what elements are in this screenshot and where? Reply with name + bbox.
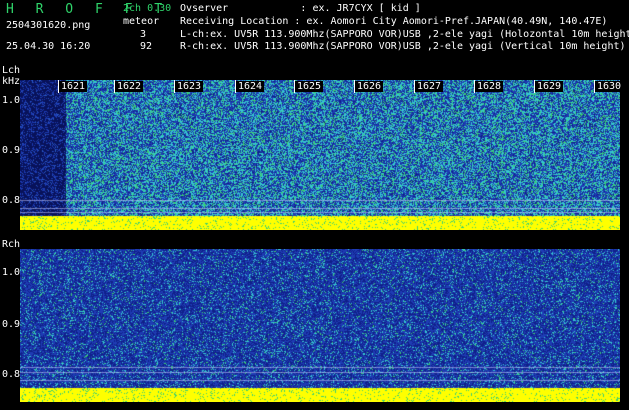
lch-count: 3 (140, 29, 147, 40)
lch-unit: kHz (2, 76, 21, 87)
rch-waterfall (20, 249, 620, 402)
lch-info-line: L-ch:ex. UV5R 113.900Mhz(SAPPORO VOR)USB… (180, 29, 629, 40)
time-label-1622: 1622 (115, 81, 144, 92)
rch-ytick-0.8: 0.8 (2, 369, 21, 380)
rch-ytick-1.0: 1.0 (2, 267, 21, 278)
time-label-1623: 1623 (175, 81, 204, 92)
rch-label: Rch (2, 239, 21, 250)
rch-ytick-0.9: 0.9 (2, 319, 21, 330)
time-label-1629: 1629 (535, 81, 564, 92)
observer-line: Ovserver : ex. JR7CYX [ kid ] (180, 3, 421, 14)
lch-ytick-1.0: 1.0 (2, 95, 21, 106)
time-label-1624: 1624 (236, 81, 265, 92)
image-filename: 2504301620.png (6, 20, 91, 31)
lch-ytick-0.8: 0.8 (2, 195, 21, 206)
mode-indicator: 2ch 0.30 (123, 3, 172, 14)
lch-waterfall (20, 80, 620, 230)
time-label-1625: 1625 (295, 81, 324, 92)
time-label-1630: 1630 (595, 81, 624, 92)
lch-ytick-0.9: 0.9 (2, 145, 21, 156)
lch-label: Lch (2, 65, 21, 76)
location-line: Receiving Location : ex. Aomori City Aom… (180, 16, 608, 27)
event-label: meteor (123, 16, 160, 27)
rch-info-line: R-ch:ex. UV5R 113.900Mhz(SAPPORO VOR)USB… (180, 41, 626, 52)
time-label-1627: 1627 (415, 81, 444, 92)
rch-count: 92 (140, 41, 153, 52)
time-label-1628: 1628 (475, 81, 504, 92)
time-label-1626: 1626 (355, 81, 384, 92)
capture-datetime: 25.04.30 16:20 (6, 41, 91, 52)
time-label-1621: 1621 (59, 81, 88, 92)
